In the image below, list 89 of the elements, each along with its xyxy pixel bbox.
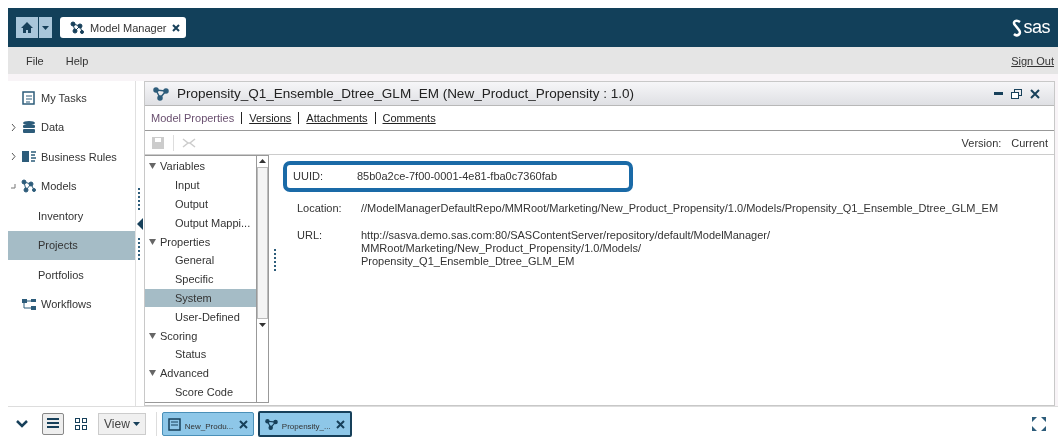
grid-view-icon[interactable] xyxy=(74,417,88,431)
window-tab[interactable]: Propensity_... xyxy=(257,411,352,437)
model-icon xyxy=(153,86,169,101)
property-value: MMRoot/Marketing/New_Product_Propensity/1.0/Models/ xyxy=(361,242,642,255)
app-tab[interactable]: Model Manager xyxy=(60,17,187,38)
sidebar-item[interactable]: Workflows xyxy=(8,289,135,319)
scroll-down-icon[interactable] xyxy=(257,321,268,330)
tree-item[interactable]: General xyxy=(145,251,256,270)
sidebar-label: Workflows xyxy=(41,298,92,311)
property-label: Location: xyxy=(297,202,343,215)
properties-tab[interactable]: Attachments xyxy=(306,112,368,124)
app-tab-label: Model Manager xyxy=(90,21,167,34)
sidebar-item[interactable]: Inventory xyxy=(8,201,135,231)
properties-tab[interactable]: Comments xyxy=(382,112,436,124)
tree-item[interactable]: Input xyxy=(145,175,256,195)
sidebar-label: My Tasks xyxy=(41,91,87,104)
tree-item[interactable]: Score Code xyxy=(145,382,256,402)
version-value: Current xyxy=(1011,136,1048,149)
network-icon xyxy=(70,21,84,34)
close-icon[interactable] xyxy=(1030,88,1040,99)
expand-icon[interactable] xyxy=(11,123,16,131)
tree-item[interactable]: Output Mappi... xyxy=(145,213,256,233)
tree-item[interactable]: Scoring xyxy=(145,326,256,345)
logo: sas xyxy=(1011,17,1050,38)
tree-item[interactable]: System xyxy=(145,288,256,308)
tree-item[interactable]: Variables xyxy=(145,157,256,176)
menu-item[interactable]: File xyxy=(26,54,44,67)
chevron-down-icon[interactable] xyxy=(16,420,28,428)
dropdown-button[interactable] xyxy=(39,17,52,38)
tree-item[interactable]: Output xyxy=(145,194,256,214)
sidebar-item[interactable]: My Tasks xyxy=(8,83,135,113)
scroll-up-icon[interactable] xyxy=(257,156,268,165)
home-button[interactable] xyxy=(16,17,38,38)
view-button[interactable]: View xyxy=(98,413,146,435)
document-icon xyxy=(167,417,181,431)
menu-item[interactable]: Help xyxy=(65,54,89,67)
tree-item[interactable]: User-Defined xyxy=(145,307,256,327)
caret-icon xyxy=(42,25,49,30)
property-value: 85b0a2ce-7f00-0001-4e81-fba0c7360fab xyxy=(357,170,557,183)
expanded-icon[interactable] xyxy=(149,332,156,339)
tree-item[interactable]: Status xyxy=(145,344,256,364)
caret-icon xyxy=(132,422,140,426)
property-label: UUID: xyxy=(293,170,324,183)
window-tab-label: Propensity_... xyxy=(281,420,332,431)
property-label: URL: xyxy=(297,229,324,243)
clipboard-icon xyxy=(21,90,37,106)
expanded-icon[interactable] xyxy=(149,370,156,377)
sign-out-link[interactable]: Sign Out xyxy=(1011,54,1054,67)
restore-icon[interactable] xyxy=(1011,88,1022,99)
database-icon xyxy=(21,119,37,135)
rules-icon xyxy=(21,149,37,165)
expanded-icon[interactable] xyxy=(149,238,156,245)
tree-item[interactable]: Properties xyxy=(145,232,256,251)
list-icon xyxy=(46,417,60,431)
version-label: Version: xyxy=(961,136,1002,149)
tree-label: Scoring xyxy=(160,329,198,342)
tree-item[interactable]: Advanced xyxy=(145,363,256,383)
sidebar-item[interactable]: Portfolios xyxy=(8,260,135,290)
close-icon[interactable] xyxy=(172,23,181,32)
sidebar-label: Business Rules xyxy=(41,150,117,163)
tree-label: Advanced xyxy=(160,367,209,380)
sidebar-item[interactable]: Data xyxy=(8,112,135,142)
property-value: //ModelManagerDefaultRepo/MMRoot/Marketing/New_Product_Propensity/1.0/Models/Propensity_Q1_Ensemble_Dtree_GLM_EM xyxy=(361,202,999,215)
sidebar-item[interactable]: Models xyxy=(8,171,135,201)
scrollbar[interactable] xyxy=(256,156,268,402)
panel-title: Propensity_Q1_Ensemble_Dtree_GLM_EM (New_Product_Propensity : 1.0) xyxy=(177,86,635,101)
property-value: http://sasva.demo.sas.com:80/SASContentServer/repository/default/ModelManager/ xyxy=(361,229,771,242)
properties-tab[interactable]: Model Properties xyxy=(151,112,235,124)
sidebar-item[interactable]: Projects xyxy=(8,230,135,260)
model-icon xyxy=(264,417,278,431)
properties-tab[interactable]: Versions xyxy=(249,112,292,124)
window-tab-label: New_Produ... xyxy=(184,420,235,431)
tree-label: Properties xyxy=(160,235,211,248)
sidebar-label: Models xyxy=(41,180,77,193)
tree-item[interactable]: Specific xyxy=(145,269,256,289)
network-icon xyxy=(21,178,37,194)
tree-label: Variables xyxy=(160,160,206,173)
list-view-button[interactable] xyxy=(42,413,64,435)
maximize-icon[interactable] xyxy=(1032,417,1046,431)
expanded-icon[interactable] xyxy=(149,163,156,170)
home-icon xyxy=(20,21,34,34)
close-icon[interactable] xyxy=(238,419,248,429)
sidebar-label: Data xyxy=(41,121,65,134)
close-icon[interactable] xyxy=(335,419,345,429)
sidebar-item[interactable]: Business Rules xyxy=(8,142,135,172)
expand-icon[interactable] xyxy=(11,153,16,161)
property-value: Propensity_Q1_Ensemble_Dtree_GLM_EM xyxy=(361,255,576,268)
workflow-icon xyxy=(21,296,37,312)
window-tab[interactable]: New_Produ... xyxy=(161,412,254,436)
